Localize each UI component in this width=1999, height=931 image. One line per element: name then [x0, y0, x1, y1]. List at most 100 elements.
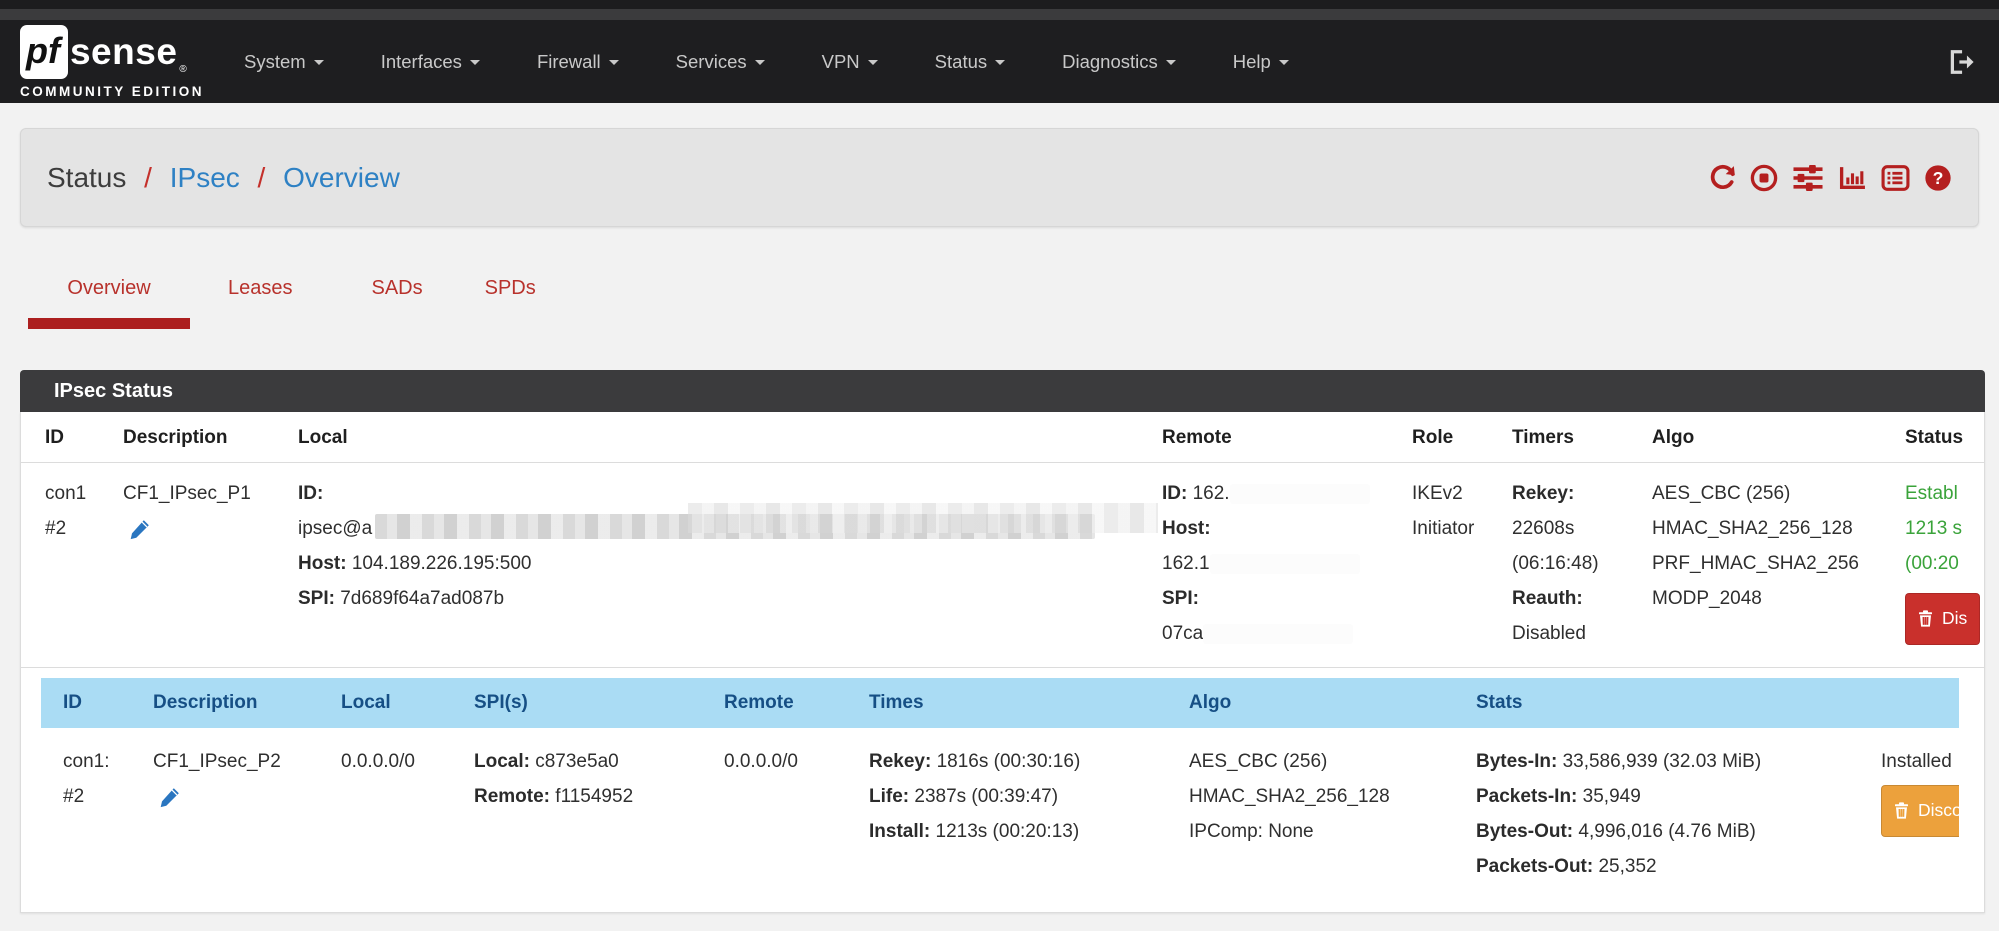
nav-item-help[interactable]: Help — [1233, 51, 1289, 73]
nav-item-services[interactable]: Services — [676, 51, 765, 73]
col-stats: Stats — [1454, 678, 1859, 728]
cell-timers: Rekey: 22608s (06:16:48) Reauth: Disable… — [1488, 463, 1628, 668]
nav-item-status[interactable]: Status — [935, 51, 1005, 73]
local-spi: SPI: 7d689f64a7ad087b — [298, 581, 1128, 616]
chevron-down-icon — [470, 60, 480, 65]
nav-item-firewall[interactable]: Firewall — [537, 51, 619, 73]
local-id-value: ipsec@a — [298, 511, 1128, 546]
remote-id: ID: 162. — [1162, 476, 1378, 511]
stop-icon[interactable] — [1750, 164, 1778, 192]
col-local: Local — [274, 412, 1138, 463]
cell-times: Rekey: 1816s (00:30:16) Life: 2387s (00:… — [847, 728, 1167, 902]
remote-host-value: 162.1 — [1162, 546, 1378, 581]
child-sa-row: con1: #2 CF1_IPsec_P2 — [41, 728, 1959, 902]
breadcrumb-link-overview[interactable]: Overview — [283, 162, 400, 193]
local-host: Host: 104.189.226.195:500 — [298, 546, 1128, 581]
logo-pf-box: pf — [20, 25, 68, 79]
help-icon[interactable]: ? — [1924, 164, 1952, 192]
col-algo: Algo — [1167, 678, 1454, 728]
refresh-icon[interactable] — [1708, 164, 1736, 192]
cell-status: Establ 1213 s (00:20 — [1881, 463, 1984, 668]
col-id: ID — [21, 412, 99, 463]
page-action-icons: ? — [1708, 164, 1952, 192]
logo-tagline: COMMUNITY EDITION — [20, 84, 204, 99]
cell-local: ID: ipsec@a Host: 104.189.226.195:500 SP… — [274, 463, 1138, 668]
col-times: Times — [847, 678, 1167, 728]
tab-spds[interactable]: SPDs — [485, 277, 536, 318]
redacted-value — [1203, 624, 1353, 644]
col-child-status — [1859, 678, 1959, 728]
breadcrumb-root: Status — [47, 162, 126, 193]
col-remote: Remote — [1138, 412, 1388, 463]
status-state: Establ — [1905, 476, 1974, 511]
cell-remote: 0.0.0.0/0 — [702, 728, 847, 902]
chevron-down-icon — [1279, 60, 1289, 65]
col-description: Description — [99, 412, 274, 463]
tab-leases[interactable]: Leases — [228, 277, 293, 318]
cell-local: 0.0.0.0/0 — [319, 728, 452, 902]
cell-spis: Local: c873e5a0 Remote: f1154952 — [452, 728, 702, 902]
child-sa-table: ID Description Local SPI(s) Remote Times… — [41, 678, 1959, 902]
trash-icon — [1918, 610, 1933, 627]
edit-pencil-icon[interactable] — [129, 517, 151, 552]
breadcrumb-separator: / — [248, 162, 276, 193]
nav-item-vpn[interactable]: VPN — [822, 51, 878, 73]
cell-id: con1: #2 — [41, 728, 131, 902]
sign-out-icon[interactable] — [1947, 48, 1975, 76]
breadcrumb-separator: / — [134, 162, 162, 193]
nav-item-diagnostics[interactable]: Diagnostics — [1062, 51, 1176, 73]
disconnect-button[interactable]: Dis — [1905, 593, 1980, 645]
ipsec-tabs: Overview Leases SADs SPDs — [28, 277, 1999, 329]
tab-overview[interactable]: Overview — [28, 277, 190, 329]
sliders-icon[interactable] — [1792, 164, 1824, 192]
log-list-icon[interactable] — [1881, 164, 1910, 192]
col-status: Status — [1881, 412, 1984, 463]
pfsense-wordmark: pfsense® — [20, 25, 204, 79]
col-id: ID — [41, 678, 131, 728]
cell-remote: ID: 162. Host: 162.1 SPI: 07ca — [1138, 463, 1388, 668]
cell-child-status: Installed — [1859, 728, 1959, 902]
browser-top-strip — [0, 0, 1999, 9]
status-time: 1213 s — [1905, 511, 1974, 546]
logo-sense-text: sense — [70, 31, 177, 73]
svg-text:?: ? — [1933, 167, 1944, 187]
chevron-down-icon — [314, 60, 324, 65]
col-timers: Timers — [1488, 412, 1628, 463]
ike-sa-row: con1 #2 CF1_IPsec_P1 ID: — [21, 463, 1984, 668]
nav-item-system[interactable]: System — [244, 51, 324, 73]
cell-id: con1 #2 — [21, 463, 99, 668]
cell-description: CF1_IPsec_P2 — [131, 728, 319, 902]
remote-spi-value: 07ca — [1162, 616, 1378, 651]
bar-chart-icon[interactable] — [1838, 164, 1867, 192]
panel-body: ID Description Local Remote Role Timers … — [20, 412, 1985, 913]
cell-stats: Bytes-In: 33,586,939 (32.03 MiB) Packets… — [1454, 728, 1859, 902]
col-remote: Remote — [702, 678, 847, 728]
chevron-down-icon — [995, 60, 1005, 65]
window-divider-strip — [0, 9, 1999, 20]
tab-sads[interactable]: SADs — [372, 277, 423, 318]
col-role: Role — [1388, 412, 1488, 463]
chevron-down-icon — [868, 60, 878, 65]
main-navbar: pfsense® COMMUNITY EDITION System Interf… — [0, 20, 1999, 103]
breadcrumb-panel: Status / IPsec / Overview — [20, 128, 1979, 227]
ipsec-status-panel: IPsec Status ID Description Local Remote… — [20, 370, 1985, 913]
trash-icon — [1894, 802, 1909, 819]
pfsense-logo[interactable]: pfsense® COMMUNITY EDITION — [20, 25, 204, 99]
redacted-value — [1230, 484, 1370, 504]
redacted-value — [688, 503, 1158, 533]
edit-pencil-icon[interactable] — [159, 785, 181, 820]
cell-algo: AES_CBC (256) HMAC_SHA2_256_128 IPComp: … — [1167, 728, 1454, 902]
col-local: Local — [319, 678, 452, 728]
ike-sa-table: ID Description Local Remote Role Timers … — [21, 412, 1984, 668]
chevron-down-icon — [609, 60, 619, 65]
child-sa-section: ID Description Local SPI(s) Remote Times… — [41, 678, 1959, 902]
nav-item-interfaces[interactable]: Interfaces — [381, 51, 480, 73]
cell-role: IKEv2 Initiator — [1388, 463, 1488, 668]
child-header-row: ID Description Local SPI(s) Remote Times… — [41, 678, 1959, 728]
child-status-text: Installed — [1881, 744, 1951, 779]
logo-registered-mark: ® — [179, 64, 186, 75]
breadcrumb-link-ipsec[interactable]: IPsec — [170, 162, 240, 193]
redacted-value — [1210, 554, 1360, 574]
cell-description: CF1_IPsec_P1 — [99, 463, 274, 668]
disconnect-child-button[interactable]: Disco — [1881, 785, 1959, 837]
